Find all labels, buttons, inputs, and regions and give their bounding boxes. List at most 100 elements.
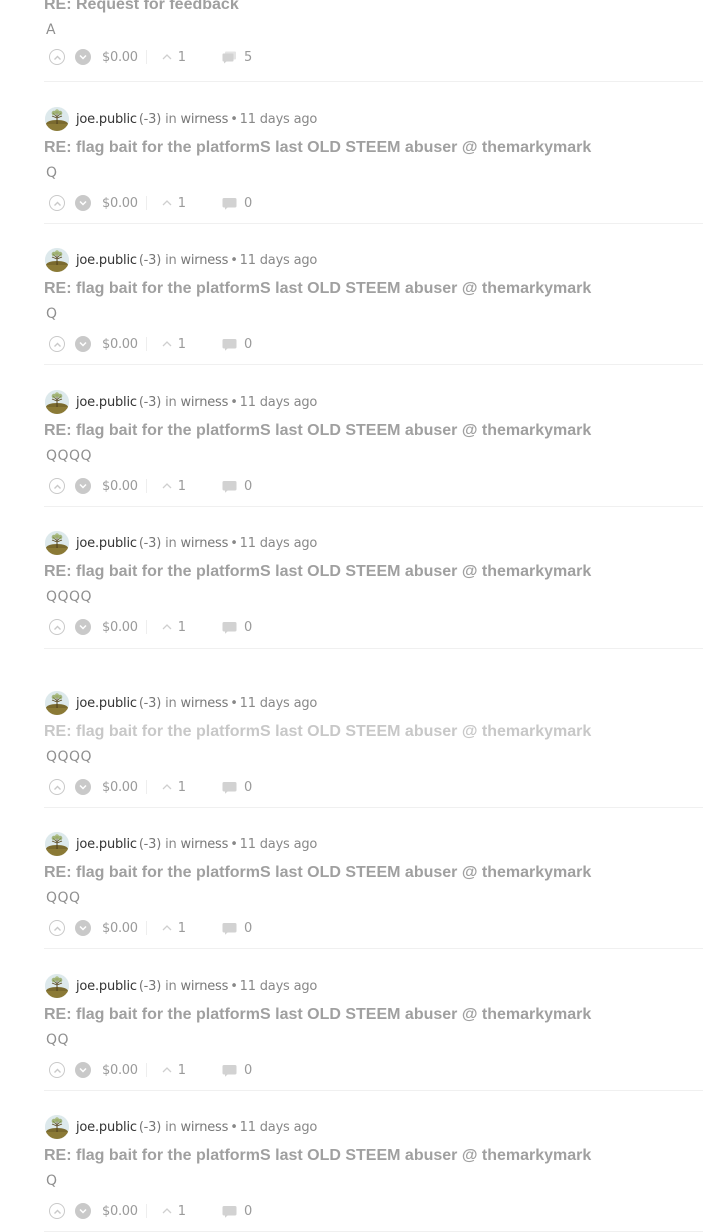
upvote-button[interactable] — [49, 1203, 65, 1219]
comment-title[interactable]: RE: flag bait for the platformS last OLD… — [44, 562, 703, 582]
avatar[interactable] — [45, 691, 69, 715]
comment-body[interactable]: Q — [44, 164, 703, 182]
upvote-button[interactable] — [49, 619, 65, 635]
avatar[interactable] — [45, 248, 69, 272]
comment-title[interactable]: RE: flag bait for the platformS last OLD… — [44, 421, 703, 441]
comment-body[interactable]: QQQQ — [44, 748, 703, 766]
votes-count[interactable]: 1 — [178, 196, 186, 211]
payout-value[interactable]: $0.00 — [102, 780, 138, 795]
avatar[interactable] — [45, 531, 69, 555]
author-link[interactable]: joe.public — [76, 112, 137, 127]
author-link[interactable]: joe.public — [76, 253, 137, 268]
payout-value[interactable]: $0.00 — [102, 337, 138, 352]
payout-value[interactable]: $0.00 — [102, 196, 138, 211]
upvote-button[interactable] — [49, 920, 65, 936]
replies-icon[interactable] — [222, 1064, 237, 1077]
votes-count[interactable]: 1 — [178, 1204, 186, 1219]
comment-body[interactable]: QQQQ — [44, 447, 703, 465]
community-link[interactable]: wirness — [180, 837, 228, 852]
replies-icon[interactable] — [222, 480, 237, 493]
replies-icon[interactable] — [222, 197, 237, 210]
avatar[interactable] — [45, 1115, 69, 1139]
author-link[interactable]: joe.public — [76, 395, 137, 410]
community-link[interactable]: wirness — [180, 979, 228, 994]
payout-value[interactable]: $0.00 — [102, 921, 138, 936]
downvote-button[interactable] — [75, 336, 91, 352]
downvote-button[interactable] — [75, 478, 91, 494]
avatar[interactable] — [45, 390, 69, 414]
payout-value[interactable]: $0.00 — [102, 620, 138, 635]
downvote-button[interactable] — [75, 195, 91, 211]
replies-icon[interactable] — [222, 51, 237, 64]
replies-icon[interactable] — [222, 621, 237, 634]
community-link[interactable]: wirness — [180, 112, 228, 127]
votes-count[interactable]: 1 — [178, 50, 186, 65]
timestamp[interactable]: 11 days ago — [240, 1120, 318, 1135]
timestamp[interactable]: 11 days ago — [240, 536, 318, 551]
downvote-button[interactable] — [75, 49, 91, 65]
downvote-button[interactable] — [75, 779, 91, 795]
community-link[interactable]: wirness — [180, 395, 228, 410]
downvote-button[interactable] — [75, 619, 91, 635]
upvote-button[interactable] — [49, 49, 65, 65]
avatar[interactable] — [45, 107, 69, 131]
author-link[interactable]: joe.public — [76, 979, 137, 994]
timestamp[interactable]: 11 days ago — [240, 395, 318, 410]
replies-count[interactable]: 0 — [244, 780, 252, 795]
comment-body[interactable]: Q — [44, 305, 703, 323]
author-link[interactable]: joe.public — [76, 696, 137, 711]
author-link[interactable]: joe.public — [76, 1120, 137, 1135]
votes-count[interactable]: 1 — [178, 620, 186, 635]
timestamp[interactable]: 11 days ago — [240, 696, 318, 711]
comment-title[interactable]: RE: flag bait for the platformS last OLD… — [44, 1146, 703, 1166]
author-link[interactable]: joe.public — [76, 536, 137, 551]
timestamp[interactable]: 11 days ago — [240, 112, 318, 127]
replies-count[interactable]: 0 — [244, 1204, 252, 1219]
votes-count[interactable]: 1 — [178, 780, 186, 795]
comment-body[interactable]: QQQ — [44, 889, 703, 907]
comment-title[interactable]: RE: Request for feedback — [44, 0, 703, 15]
comment-title[interactable]: RE: flag bait for the platformS last OLD… — [44, 138, 703, 158]
comment-body[interactable]: QQQQ — [44, 588, 703, 606]
downvote-button[interactable] — [75, 1203, 91, 1219]
comment-body[interactable]: Q — [44, 1172, 703, 1190]
replies-icon[interactable] — [222, 338, 237, 351]
avatar[interactable] — [45, 974, 69, 998]
upvote-button[interactable] — [49, 1062, 65, 1078]
replies-icon[interactable] — [222, 781, 237, 794]
replies-count[interactable]: 0 — [244, 196, 252, 211]
upvote-button[interactable] — [49, 478, 65, 494]
payout-value[interactable]: $0.00 — [102, 1204, 138, 1219]
timestamp[interactable]: 11 days ago — [240, 837, 318, 852]
replies-count[interactable]: 0 — [244, 1063, 252, 1078]
community-link[interactable]: wirness — [180, 536, 228, 551]
replies-count[interactable]: 0 — [244, 620, 252, 635]
replies-count[interactable]: 5 — [244, 50, 252, 65]
replies-count[interactable]: 0 — [244, 337, 252, 352]
comment-title[interactable]: RE: flag bait for the platformS last OLD… — [44, 863, 703, 883]
community-link[interactable]: wirness — [180, 696, 228, 711]
upvote-button[interactable] — [49, 336, 65, 352]
community-link[interactable]: wirness — [180, 253, 228, 268]
votes-count[interactable]: 1 — [178, 337, 186, 352]
timestamp[interactable]: 11 days ago — [240, 253, 318, 268]
community-link[interactable]: wirness — [180, 1120, 228, 1135]
author-link[interactable]: joe.public — [76, 837, 137, 852]
replies-count[interactable]: 0 — [244, 479, 252, 494]
comment-title[interactable]: RE: flag bait for the platformS last OLD… — [44, 1005, 703, 1025]
payout-value[interactable]: $0.00 — [102, 50, 138, 65]
votes-count[interactable]: 1 — [178, 1063, 186, 1078]
downvote-button[interactable] — [75, 920, 91, 936]
replies-icon[interactable] — [222, 922, 237, 935]
votes-count[interactable]: 1 — [178, 921, 186, 936]
downvote-button[interactable] — [75, 1062, 91, 1078]
payout-value[interactable]: $0.00 — [102, 1063, 138, 1078]
comment-title[interactable]: RE: flag bait for the platformS last OLD… — [44, 722, 703, 742]
replies-icon[interactable] — [222, 1205, 237, 1218]
timestamp[interactable]: 11 days ago — [240, 979, 318, 994]
comment-title[interactable]: RE: flag bait for the platformS last OLD… — [44, 279, 703, 299]
comment-body[interactable]: A — [44, 21, 703, 39]
replies-count[interactable]: 0 — [244, 921, 252, 936]
comment-body[interactable]: QQ — [44, 1031, 703, 1049]
upvote-button[interactable] — [49, 779, 65, 795]
